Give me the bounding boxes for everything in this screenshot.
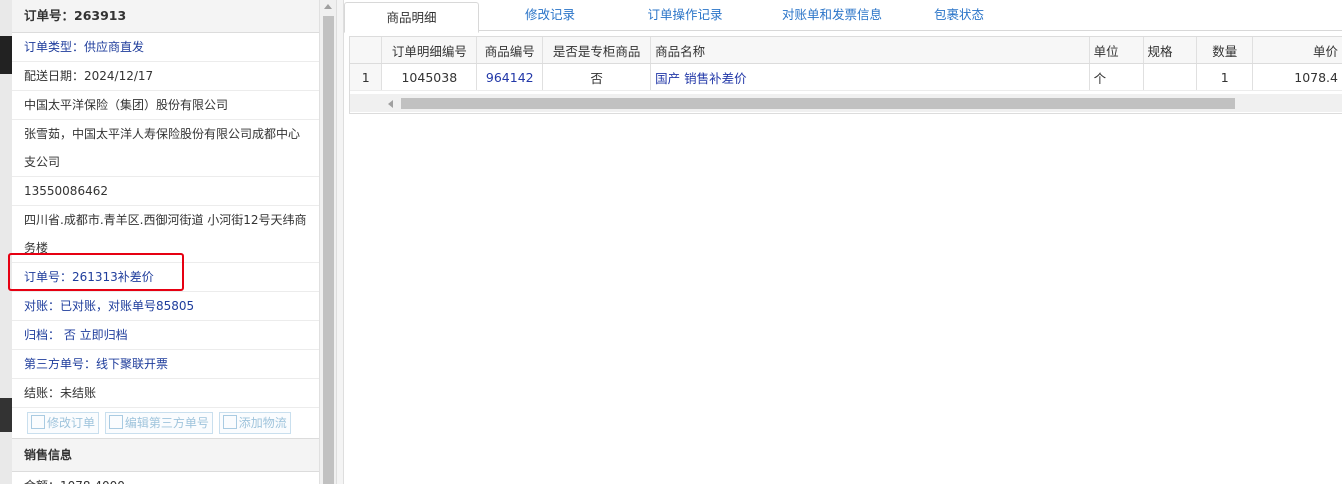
tab-package-status[interactable]: 包裹状态 bbox=[922, 0, 996, 30]
add-logistics-label: 添加物流 bbox=[238, 416, 287, 430]
column-header[interactable]: 数量 bbox=[1196, 37, 1254, 64]
quantity-cell: 1 bbox=[1196, 63, 1254, 91]
column-header[interactable]: 单价 bbox=[1252, 37, 1342, 64]
column-header[interactable]: 订单明细编号 bbox=[381, 37, 478, 64]
third-party-number: 第三方单号：线下聚联开票 bbox=[12, 350, 319, 379]
column-header[interactable]: 单位 bbox=[1089, 37, 1144, 64]
spec-cell bbox=[1143, 63, 1198, 91]
tab-invoice-info[interactable]: 对账单和发票信息 bbox=[762, 0, 902, 30]
order-header-number: 263913 bbox=[74, 8, 127, 23]
unit-cell: 个 bbox=[1089, 63, 1144, 91]
scroll-left-arrow-icon[interactable] bbox=[388, 100, 393, 108]
table-row[interactable]: 1 1045038 964142 否 国产 销售补差价 个 1 1078.4 bbox=[350, 63, 1342, 91]
scrollbar-thumb[interactable] bbox=[323, 16, 334, 484]
column-header[interactable]: 规格 bbox=[1143, 37, 1198, 64]
edit-order-label: 修改订单 bbox=[47, 416, 96, 430]
left-panel-scrollbar[interactable] bbox=[319, 0, 337, 484]
order-header-label: 订单号： bbox=[24, 8, 75, 23]
product-id-link[interactable]: 964142 bbox=[476, 63, 544, 91]
order-actions: 修改订单 编辑第三方单号 添加物流 bbox=[12, 408, 319, 439]
table-header-row: 订单明细编号 商品编号 是否是专柜商品 商品名称 单位 规格 数量 单价 bbox=[350, 37, 1342, 64]
row-number: 1 bbox=[350, 63, 383, 91]
row-number-header bbox=[350, 37, 383, 64]
highlight-box bbox=[8, 253, 184, 291]
product-name-link[interactable]: 国产 销售补差价 bbox=[650, 63, 1090, 91]
edge-dark-block bbox=[0, 36, 12, 74]
contact-person: 张雪茹，中国太平洋人寿保险股份有限公司成都中心支公司 bbox=[12, 120, 319, 177]
product-table: 订单明细编号 商品编号 是否是专柜商品 商品名称 单位 规格 数量 单价 1 1… bbox=[349, 36, 1342, 114]
sales-amount: 金额：1078.4000 bbox=[12, 472, 319, 484]
company-name: 中国太平洋保险（集团）股份有限公司 bbox=[12, 91, 319, 120]
delivery-date: 配送日期：2024/12/17 bbox=[12, 62, 319, 91]
column-header[interactable]: 是否是专柜商品 bbox=[542, 37, 652, 64]
tab-product-details[interactable]: 商品明细 bbox=[344, 2, 479, 33]
scroll-up-arrow-icon[interactable] bbox=[324, 4, 332, 9]
edit-third-party-button[interactable]: 编辑第三方单号 bbox=[104, 412, 213, 434]
sales-info-title: 销售信息 bbox=[12, 439, 319, 472]
tab-operation-log[interactable]: 订单操作记录 bbox=[634, 0, 736, 30]
edit-icon bbox=[31, 415, 45, 429]
tab-bar: 商品明细 修改记录 订单操作记录 对账单和发票信息 包裹状态 bbox=[344, 0, 1342, 33]
edit-icon bbox=[222, 415, 237, 429]
tab-change-log[interactable]: 修改记录 bbox=[502, 0, 598, 30]
settle-status: 结账：未结账 bbox=[12, 379, 319, 408]
left-edge-strip bbox=[0, 0, 12, 484]
table-horizontal-scrollbar[interactable] bbox=[350, 94, 1342, 112]
edit-icon bbox=[108, 415, 123, 429]
edit-third-party-label: 编辑第三方单号 bbox=[124, 416, 209, 430]
counter-flag-cell: 否 bbox=[542, 63, 652, 91]
order-type: 订单类型：供应商直发 bbox=[12, 33, 319, 62]
reconcile-status-link[interactable]: 对账：已对账，对账单号85805 bbox=[12, 292, 319, 321]
edge-dark-block bbox=[0, 398, 12, 432]
add-logistics-button[interactable]: 添加物流 bbox=[218, 412, 291, 434]
price-cell: 1078.4 bbox=[1252, 63, 1342, 91]
order-info-panel: 订单号：263913 订单类型：供应商直发 配送日期：2024/12/17 中国… bbox=[12, 0, 319, 484]
detail-id-cell: 1045038 bbox=[381, 63, 478, 91]
edit-order-button[interactable]: 修改订单 bbox=[27, 412, 100, 434]
column-header[interactable]: 商品名称 bbox=[650, 37, 1090, 64]
scrollbar-thumb[interactable] bbox=[401, 98, 1235, 109]
detail-panel: 商品明细 修改记录 订单操作记录 对账单和发票信息 包裹状态 订单明细编号 商品… bbox=[344, 0, 1342, 484]
phone-number: 13550086462 bbox=[12, 177, 319, 206]
panel-splitter[interactable] bbox=[336, 0, 344, 484]
column-header[interactable]: 商品编号 bbox=[476, 37, 544, 64]
archive-link[interactable]: 归档： 否 立即归档 bbox=[12, 321, 319, 350]
order-header: 订单号：263913 bbox=[12, 0, 319, 33]
